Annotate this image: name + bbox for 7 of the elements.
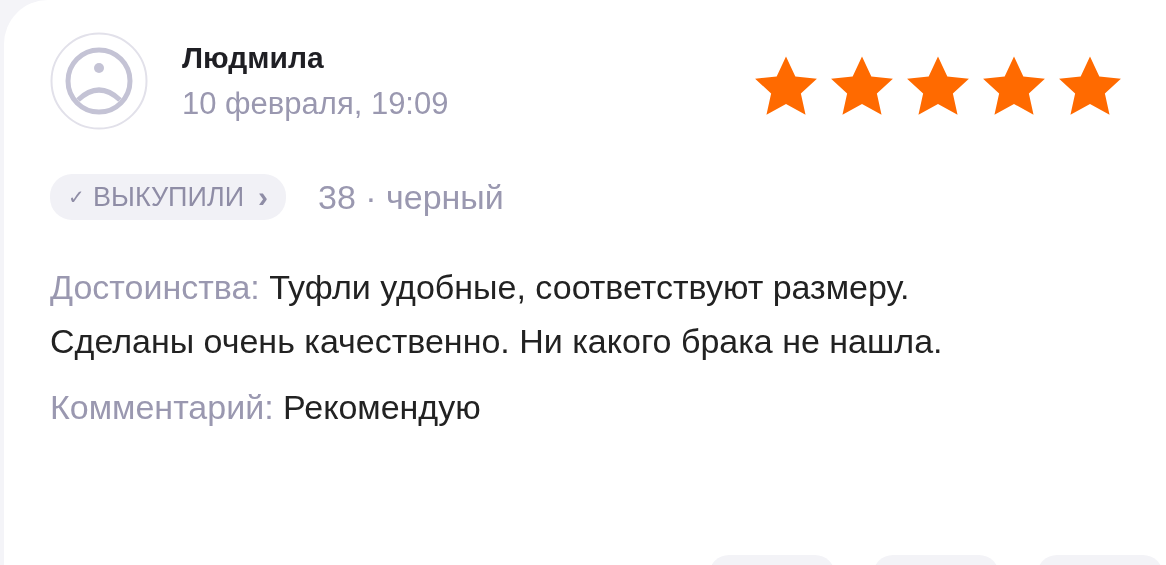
author-name: Людмила (182, 40, 325, 76)
avatar-icon (50, 32, 148, 130)
review-text: Достоинства: Туфли удобные, соответствуют размеру. Сделаны очень качественно. Ни какого брака не нашла. (50, 267, 944, 362)
purchased-badge[interactable]: ✓ ВЫКУПИЛИ › (50, 174, 287, 220)
size-color: 38 · черный (318, 177, 504, 217)
review-text: Комментарий: Рекомендую (50, 387, 482, 428)
review-date: 10 февраля, 19:09 (182, 85, 449, 123)
